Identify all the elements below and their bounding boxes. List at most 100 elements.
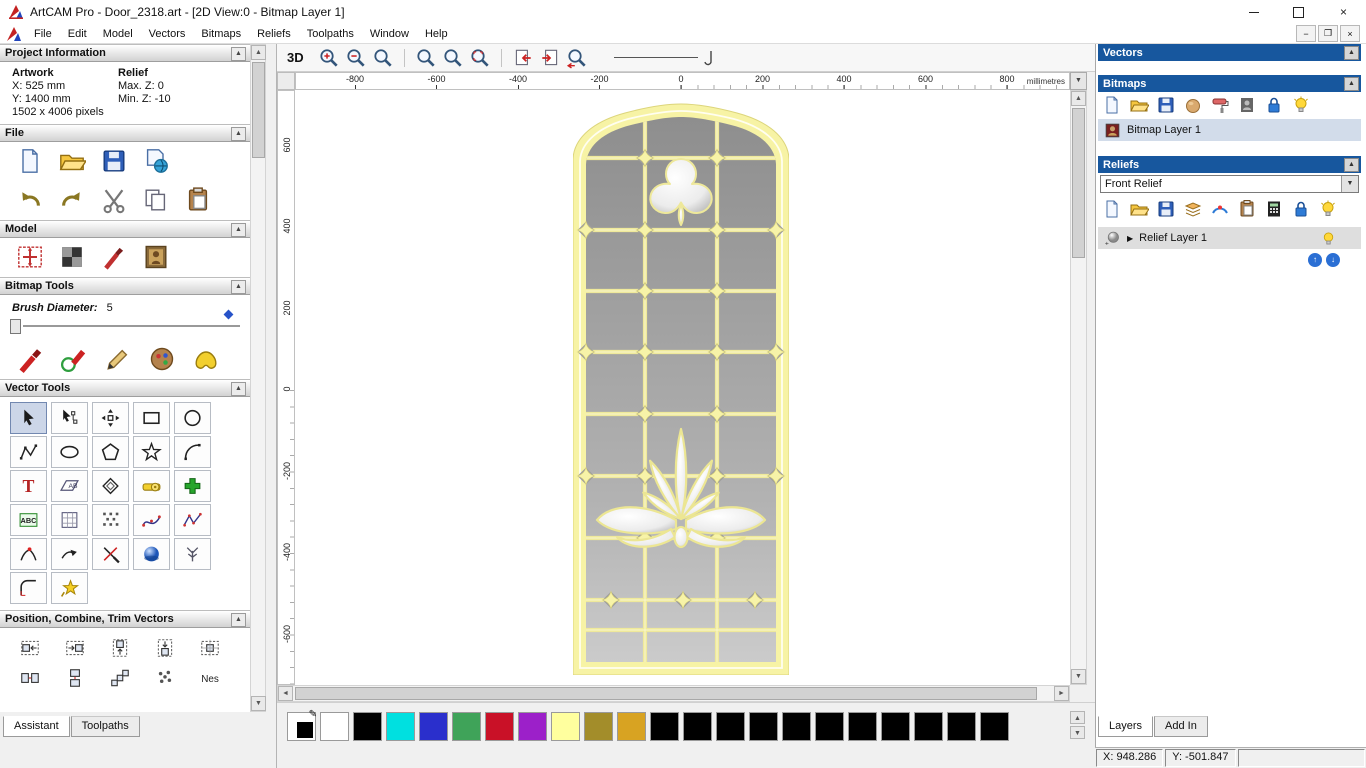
brush-diameter-slider[interactable] [0, 309, 250, 340]
tab-layers[interactable]: Layers [1098, 716, 1154, 737]
edit-model-icon[interactable] [100, 243, 128, 271]
wrap-text-icon[interactable]: AB [51, 470, 88, 502]
palette-swatch[interactable] [320, 712, 349, 741]
scroll-up-button[interactable]: ▲ [251, 45, 266, 60]
move-layer-down-button[interactable]: ↓ [1326, 253, 1340, 267]
line-width-selector[interactable] [613, 50, 714, 66]
export-model-icon[interactable] [142, 147, 170, 175]
previous-view-icon[interactable] [511, 46, 535, 70]
bitmap-to-vector-icon[interactable] [51, 504, 88, 536]
switch-3d-view-button[interactable]: 3D [287, 50, 304, 65]
draw-icon[interactable] [104, 345, 132, 373]
slider-handle[interactable] [10, 319, 21, 334]
spline-icon[interactable] [174, 538, 211, 570]
align-left-icon[interactable] [10, 634, 50, 662]
mdi-restore-button[interactable]: ❐ [1318, 25, 1338, 42]
tab-add-in[interactable]: Add In [1154, 716, 1208, 737]
menu-reliefs[interactable]: Reliefs [249, 26, 299, 42]
light-icon[interactable] [1318, 199, 1338, 219]
palette-swatch[interactable] [914, 712, 943, 741]
mdi-minimize-button[interactable]: − [1296, 25, 1316, 42]
align-bottom-icon[interactable] [145, 634, 185, 662]
vector-doctor-icon[interactable] [51, 572, 88, 604]
collapse-section-button[interactable]: ▲ [1344, 158, 1359, 172]
select-vectors-icon[interactable] [10, 402, 47, 434]
expander-icon[interactable]: ▶ [1127, 234, 1133, 243]
flood-fill-icon[interactable] [192, 345, 220, 373]
collapse-section-button[interactable]: ▲ [231, 382, 246, 396]
save-relief-icon[interactable] [1156, 199, 1176, 219]
scrollbar-thumb[interactable] [252, 62, 265, 158]
interpolate-icon[interactable] [133, 538, 170, 570]
palette-swatch[interactable] [947, 712, 976, 741]
next-view-icon[interactable] [538, 46, 562, 70]
zoom-objects-icon[interactable] [414, 46, 438, 70]
minimize-button[interactable] [1231, 0, 1276, 24]
align-vertical-icon[interactable] [55, 664, 95, 692]
palette-swatch[interactable] [881, 712, 910, 741]
palette-swatch[interactable] [617, 712, 646, 741]
relief-selector-combo[interactable]: Front Relief ▼ [1100, 175, 1359, 193]
align-centre-icon[interactable] [190, 634, 230, 662]
canvas-vscrollbar[interactable]: ▲ ▼ [1070, 90, 1087, 685]
scrollbar-thumb[interactable] [295, 687, 1037, 700]
menu-toolpaths[interactable]: Toolpaths [299, 26, 362, 42]
join-vectors-icon[interactable] [10, 538, 47, 570]
paste-vector-icon[interactable] [174, 470, 211, 502]
direction-icon[interactable] [51, 538, 88, 570]
new-bitmap-icon[interactable] [1102, 95, 1122, 115]
bitmap-layer-row[interactable]: Bitmap Layer 1 [1098, 119, 1361, 141]
zoom-in-icon[interactable] [317, 46, 341, 70]
menu-window[interactable]: Window [362, 26, 417, 42]
palette-swatch[interactable] [452, 712, 481, 741]
palette-swatch[interactable] [353, 712, 382, 741]
primary-secondary-colour-swatch[interactable]: ✎ [287, 709, 317, 741]
open-model-icon[interactable] [58, 147, 86, 175]
colour-reduce-icon[interactable] [148, 345, 176, 373]
open-bitmap-icon[interactable] [1129, 95, 1149, 115]
light-icon[interactable] [1291, 95, 1311, 115]
menu-bitmaps[interactable]: Bitmaps [193, 26, 249, 42]
transform-vectors-icon[interactable] [92, 402, 129, 434]
drawing-canvas[interactable] [295, 90, 1070, 685]
scrollbar-thumb[interactable] [1072, 108, 1085, 258]
trim-vectors-icon[interactable] [92, 538, 129, 570]
clipboard-icon[interactable] [1237, 199, 1257, 219]
copy-icon[interactable] [142, 186, 170, 214]
spread-icon[interactable] [100, 664, 140, 692]
smooth-icon[interactable] [1210, 199, 1230, 219]
palette-swatch[interactable] [650, 712, 679, 741]
scroll-down-button[interactable]: ▼ [251, 696, 266, 711]
set-model-size-icon[interactable] [16, 243, 44, 271]
create-polygon-icon[interactable] [92, 436, 129, 468]
clay-icon[interactable] [1183, 95, 1203, 115]
collapse-section-button[interactable]: ▲ [1344, 77, 1359, 91]
collapse-section-button[interactable]: ▲ [231, 47, 246, 61]
cut-icon[interactable] [100, 186, 128, 214]
text-block-icon[interactable]: ABC [10, 504, 47, 536]
offset-vector-icon[interactable] [92, 470, 129, 502]
palette-swatch[interactable] [782, 712, 811, 741]
canvas-hscrollbar[interactable]: ◄ ► [277, 685, 1070, 702]
create-ellipse-icon[interactable] [51, 436, 88, 468]
palette-swatch[interactable] [716, 712, 745, 741]
collapse-section-button[interactable]: ▲ [1344, 46, 1359, 60]
measure-icon[interactable] [133, 470, 170, 502]
node-editing-icon[interactable] [51, 402, 88, 434]
mdi-close-button[interactable]: × [1340, 25, 1360, 42]
palette-swatch[interactable] [584, 712, 613, 741]
palette-swatch[interactable] [419, 712, 448, 741]
roller-icon[interactable] [1210, 95, 1230, 115]
nesting-icon[interactable]: Nes [190, 664, 230, 692]
scroll-right-button[interactable]: ► [1054, 686, 1069, 701]
menu-edit[interactable]: Edit [60, 26, 95, 42]
palette-swatch[interactable] [683, 712, 712, 741]
paint-icon[interactable] [16, 345, 44, 373]
create-star-icon[interactable] [133, 436, 170, 468]
tab-assistant[interactable]: Assistant [3, 716, 70, 737]
redo-icon[interactable] [58, 186, 86, 214]
new-model-icon[interactable] [16, 147, 44, 175]
light-icon[interactable] [1320, 230, 1337, 247]
nesting-dots-icon[interactable] [92, 504, 129, 536]
zoom-limits-icon[interactable] [468, 46, 492, 70]
